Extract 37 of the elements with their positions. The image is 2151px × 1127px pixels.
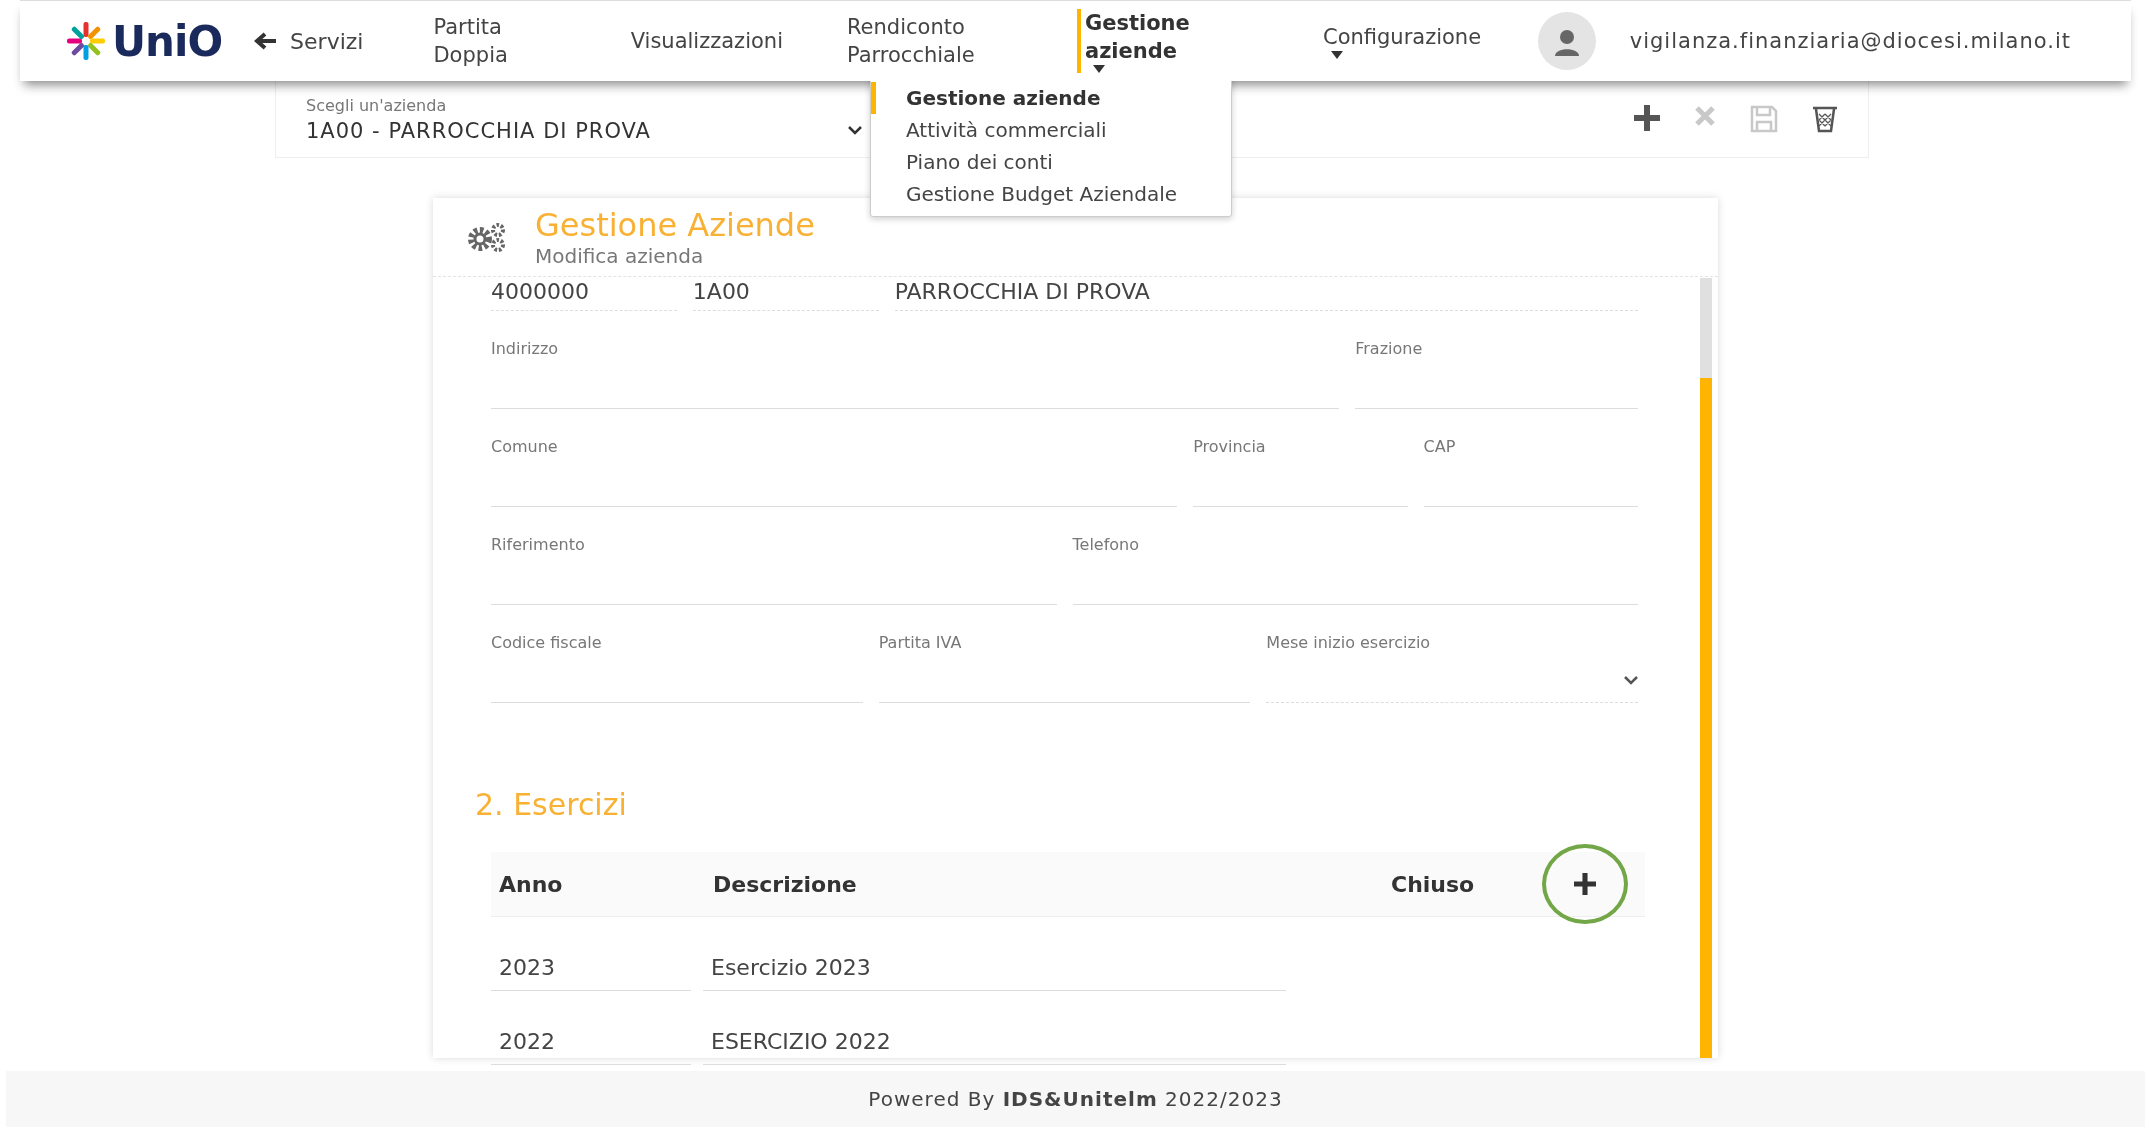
field-label: Riferimento (491, 535, 586, 554)
field-value: 1A00 (692, 277, 879, 311)
menu-item[interactable]: Gestione Budget Aziendale (871, 178, 1231, 210)
footer-text: Powered By IDS&Unitelm 2022/2023 (868, 1087, 1283, 1111)
card-title: Gestione Aziende (535, 206, 815, 244)
nav-item[interactable]: Partita Doppia (425, 13, 567, 69)
field-label: Codice fiscale (491, 633, 603, 652)
nav-item[interactable]: Configurazione (1314, 23, 1482, 59)
field-label: Indirizzo (491, 339, 560, 358)
user-email: vigilanza.finanziaria@diocesi.milano.it (1629, 29, 2071, 53)
field-label: Partita IVA (878, 633, 963, 652)
field-label: Mese inizio esercizio (1266, 633, 1432, 652)
column-header: Chiuso (1390, 871, 1475, 897)
menu-item[interactable]: Attività commerciali (871, 114, 1231, 146)
logo-text: UniO (112, 16, 223, 66)
field-label: CAP (1423, 437, 1457, 456)
table-cell: 2023 (491, 955, 691, 991)
table-cell: ESERCIZIO 2022 (703, 1029, 1286, 1065)
nav-item[interactable]: Visualizzazioni (622, 27, 783, 55)
menu-item[interactable]: Piano dei conti (871, 146, 1231, 178)
card-subtitle: Modifica azienda (535, 244, 705, 268)
field-value: PARROCCHIA DI PROVA (894, 277, 1638, 311)
section-title: 2. Esercizi (475, 787, 628, 822)
back-link[interactable]: Servizi (254, 28, 364, 54)
column-header: Descrizione (712, 871, 858, 897)
field-label: Frazione (1355, 339, 1424, 358)
company-select[interactable]: Scegli un'azienda 1A00 - PARROCCHIA DI PROVA (306, 95, 862, 143)
nav-item[interactable]: Gestione aziende (1076, 9, 1259, 73)
field-value: 4000000 (491, 277, 677, 311)
column-header: Anno (498, 871, 564, 897)
field-label: Comune (491, 437, 559, 456)
field-label: Provincia (1193, 437, 1267, 456)
field-label: Telefono (1072, 535, 1141, 554)
nav-item[interactable]: Rendiconto Parrocchiale (838, 13, 1021, 69)
table-cell: 2022 (491, 1029, 691, 1065)
table-cell: Esercizio 2023 (703, 955, 1286, 991)
menu-item[interactable]: Gestione aziende (871, 82, 1231, 114)
